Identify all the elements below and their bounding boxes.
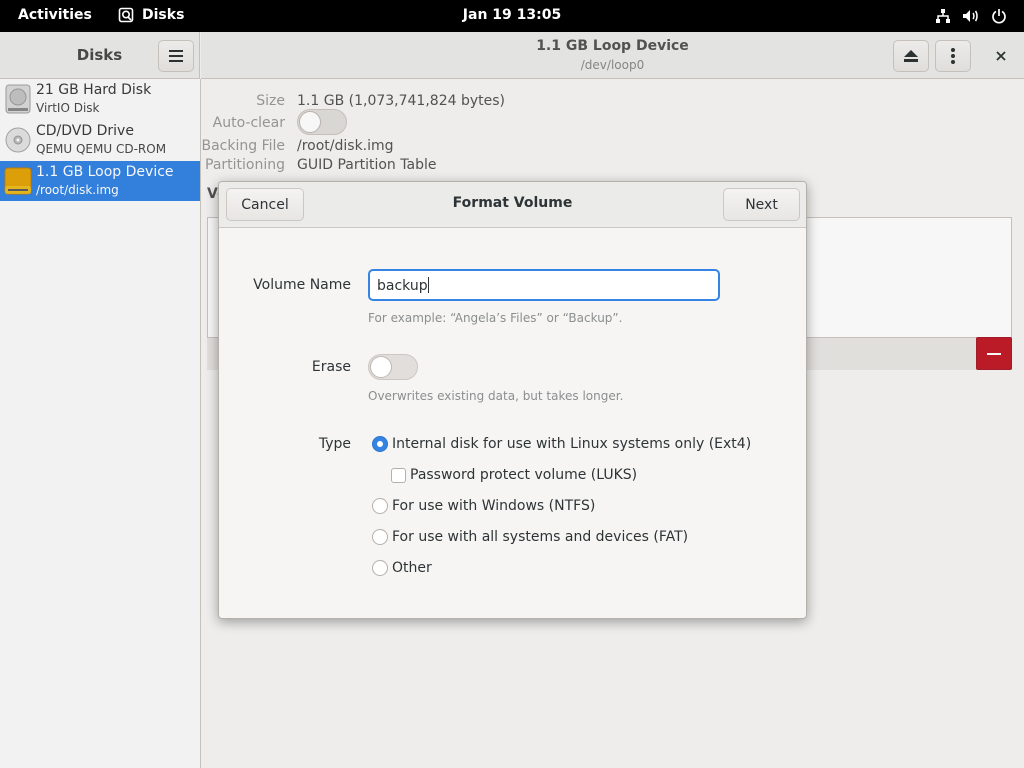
type-ext4-label[interactable]: Internal disk for use with Linux systems… bbox=[392, 436, 751, 452]
luks-label[interactable]: Password protect volume (LUKS) bbox=[410, 467, 637, 483]
luks-checkbox[interactable] bbox=[391, 468, 406, 483]
erase-label: Erase bbox=[311, 359, 351, 375]
clock[interactable]: Jan 19 13:05 bbox=[463, 7, 561, 23]
format-volume-dialog: Cancel Format Volume Next Volume Name ba… bbox=[218, 181, 807, 619]
type-fat-label[interactable]: For use with all systems and devices (FA… bbox=[392, 529, 688, 545]
type-other-label[interactable]: Other bbox=[392, 560, 432, 576]
type-label: Type bbox=[318, 436, 351, 452]
type-ext4-radio[interactable] bbox=[372, 436, 388, 452]
top-bar: Activities Disks Jan 19 13:05 bbox=[0, 0, 1024, 32]
text-caret bbox=[427, 277, 429, 293]
erase-hint: Overwrites existing data, but takes long… bbox=[368, 389, 624, 403]
volume-name-value: backup bbox=[377, 278, 428, 294]
type-ntfs-radio[interactable] bbox=[372, 498, 388, 514]
network-icon bbox=[934, 7, 952, 25]
power-icon bbox=[990, 7, 1008, 25]
type-ntfs-label[interactable]: For use with Windows (NTFS) bbox=[392, 498, 595, 514]
dialog-headerbar: Cancel Format Volume Next bbox=[219, 182, 806, 228]
volume-name-hint: For example: “Angela’s Files” or “Backup… bbox=[368, 311, 623, 325]
volume-name-input[interactable]: backup bbox=[368, 269, 720, 301]
type-fat-radio[interactable] bbox=[372, 529, 388, 545]
dialog-title: Format Volume bbox=[452, 195, 573, 211]
disks-app-icon bbox=[118, 7, 134, 23]
volume-icon bbox=[962, 7, 980, 25]
system-menu[interactable] bbox=[934, 7, 1008, 25]
erase-switch[interactable] bbox=[368, 354, 418, 380]
activities-button[interactable]: Activities bbox=[18, 7, 92, 23]
app-name: Disks bbox=[142, 7, 185, 23]
type-other-radio[interactable] bbox=[372, 560, 388, 576]
next-button[interactable]: Next bbox=[723, 188, 800, 221]
switch-knob bbox=[370, 356, 392, 378]
app-menu[interactable]: Disks bbox=[118, 7, 184, 23]
volume-name-label: Volume Name bbox=[253, 277, 351, 293]
